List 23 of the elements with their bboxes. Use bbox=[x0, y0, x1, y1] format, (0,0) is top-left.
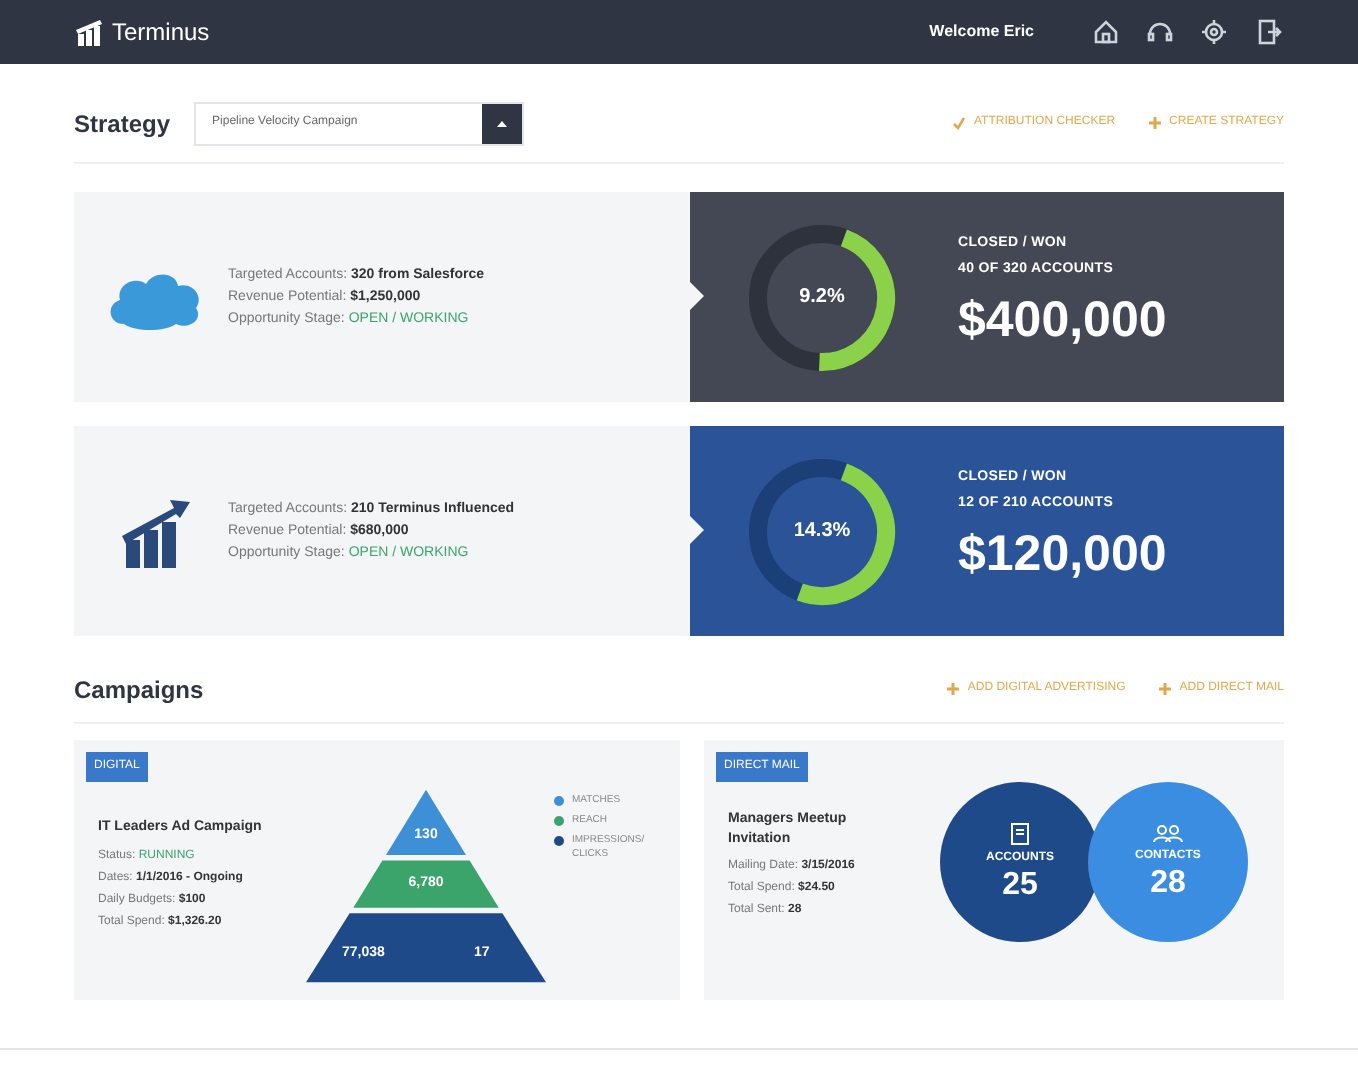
check-icon bbox=[951, 116, 966, 130]
logout-icon[interactable] bbox=[1254, 18, 1282, 46]
home-icon[interactable] bbox=[1092, 18, 1120, 46]
percent-text: 9.2% bbox=[797, 284, 847, 312]
plus-icon bbox=[945, 682, 960, 696]
document-icon bbox=[1010, 821, 1030, 845]
amount-text: $120,000 bbox=[958, 524, 1167, 587]
logo-icon bbox=[76, 19, 104, 45]
percent-text: 14.3% bbox=[791, 518, 853, 546]
plus-icon bbox=[1147, 116, 1162, 130]
circle-value: 25 bbox=[1002, 867, 1038, 903]
dropdown-caret-icon bbox=[482, 103, 523, 143]
pyramid-top-tier bbox=[386, 789, 466, 856]
welcome-text: Welcome Eric bbox=[929, 20, 1034, 44]
section-title: Strategy bbox=[74, 107, 171, 141]
settings-icon[interactable] bbox=[1200, 18, 1228, 46]
headset-icon[interactable] bbox=[1146, 18, 1174, 46]
people-icon bbox=[1152, 822, 1184, 844]
circle-value: 28 bbox=[1150, 866, 1186, 902]
amount-text: $400,000 bbox=[958, 290, 1167, 353]
brand-name[interactable]: Terminus bbox=[112, 14, 210, 50]
section-title: Campaigns bbox=[74, 673, 204, 707]
plus-icon bbox=[1157, 682, 1172, 696]
